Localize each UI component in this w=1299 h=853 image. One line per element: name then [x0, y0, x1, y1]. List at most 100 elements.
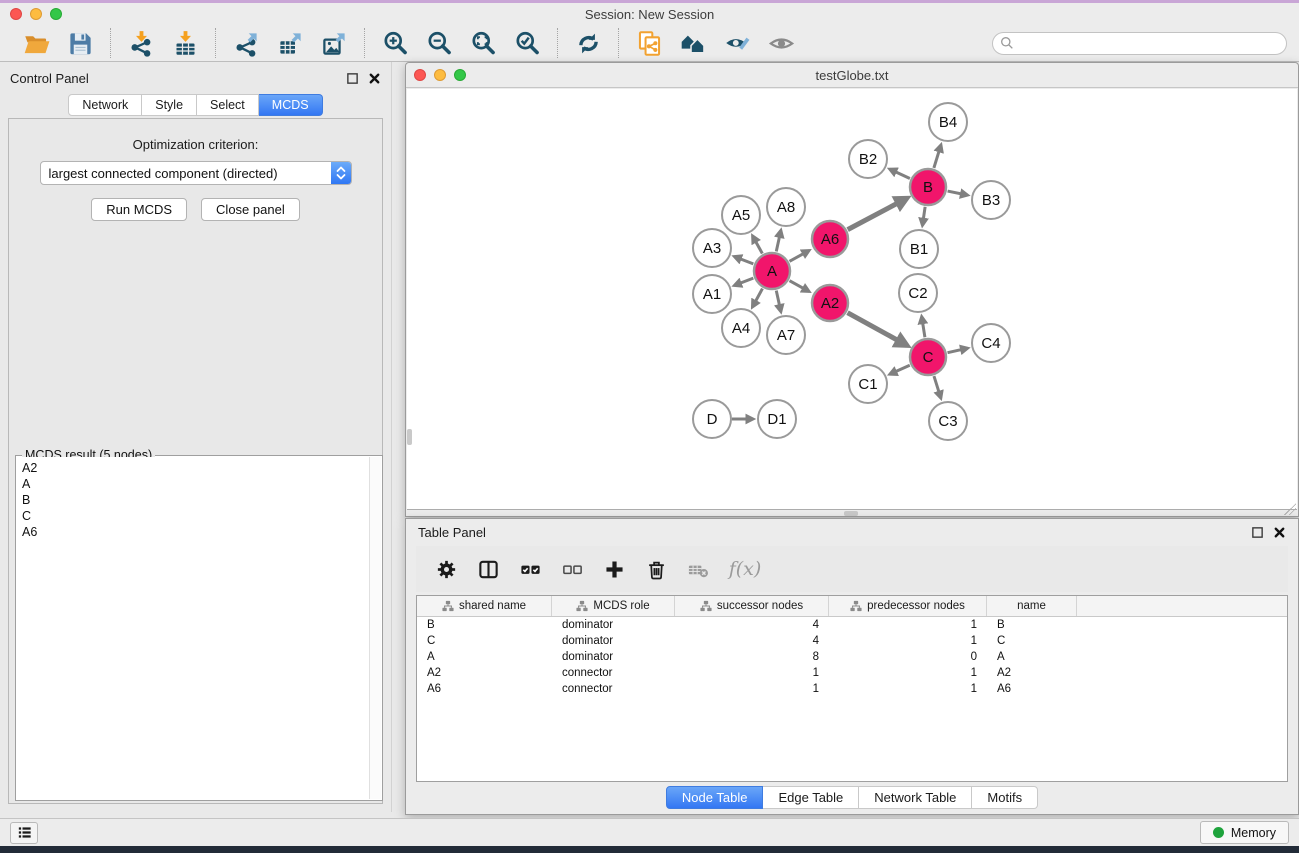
- cell-predecessor-nodes[interactable]: 1: [829, 635, 987, 647]
- export-image-button[interactable]: [312, 27, 356, 59]
- cell-MCDS-role[interactable]: connector: [552, 683, 675, 695]
- cell-predecessor-nodes[interactable]: 0: [829, 651, 987, 663]
- zoom-in-button[interactable]: [373, 27, 417, 59]
- edge-A2-C[interactable]: [848, 313, 907, 346]
- settings-button[interactable]: [428, 551, 464, 587]
- edge-A-A3[interactable]: [734, 257, 753, 264]
- close-panel-icon[interactable]: [368, 72, 381, 85]
- cell-predecessor-nodes[interactable]: 1: [829, 667, 987, 679]
- node-D[interactable]: D: [693, 400, 731, 438]
- cell-name[interactable]: A2: [987, 667, 1077, 679]
- float-table-panel-icon[interactable]: [1251, 526, 1264, 539]
- table-tab-node-table[interactable]: Node Table: [666, 786, 764, 809]
- cell-MCDS-role[interactable]: dominator: [552, 635, 675, 647]
- mcds-result-list[interactable]: A2ABCA6: [17, 457, 369, 799]
- cell-MCDS-role[interactable]: connector: [552, 667, 675, 679]
- edge-B-B3[interactable]: [948, 191, 968, 195]
- network-from-selection-button[interactable]: [627, 27, 671, 59]
- cell-successor-nodes[interactable]: 1: [675, 683, 829, 695]
- node-A6[interactable]: A6: [812, 221, 848, 257]
- table-row[interactable]: Bdominator41B: [417, 617, 1287, 633]
- tab-network[interactable]: Network: [68, 94, 142, 116]
- cell-shared-name[interactable]: A6: [417, 683, 552, 695]
- show-graphics-details-button[interactable]: [759, 27, 803, 59]
- column-header-shared-name[interactable]: shared name: [417, 596, 552, 616]
- search-box[interactable]: [992, 32, 1287, 55]
- import-table-button[interactable]: [163, 27, 207, 59]
- optimization-criterion-dropdown[interactable]: largest connected component (directed): [40, 161, 352, 185]
- cell-name[interactable]: A: [987, 651, 1077, 663]
- table-row[interactable]: A6connector11A6: [417, 681, 1287, 697]
- open-session-button[interactable]: [14, 27, 58, 59]
- cell-predecessor-nodes[interactable]: 1: [829, 683, 987, 695]
- cell-name[interactable]: A6: [987, 683, 1077, 695]
- column-header-name[interactable]: name: [987, 596, 1077, 616]
- function-builder-button[interactable]: f(x): [722, 551, 768, 587]
- result-item[interactable]: A6: [22, 524, 369, 540]
- split-view-button[interactable]: [470, 551, 506, 587]
- delete-column-button[interactable]: [638, 551, 674, 587]
- cell-shared-name[interactable]: A2: [417, 667, 552, 679]
- resize-grip[interactable]: [1284, 503, 1296, 515]
- save-session-button[interactable]: [58, 27, 102, 59]
- edge-A-A5[interactable]: [753, 236, 763, 254]
- deselect-all-button[interactable]: [554, 551, 590, 587]
- cell-successor-nodes[interactable]: 1: [675, 667, 829, 679]
- node-C[interactable]: C: [910, 339, 946, 375]
- edge-A-A1[interactable]: [734, 278, 753, 285]
- tab-mcds[interactable]: MCDS: [259, 94, 323, 116]
- tab-select[interactable]: Select: [197, 94, 259, 116]
- node-A[interactable]: A: [754, 253, 790, 289]
- node-D1[interactable]: D1: [758, 400, 796, 438]
- result-item[interactable]: C: [22, 508, 369, 524]
- node-A4[interactable]: A4: [722, 309, 760, 347]
- horizontal-scroll-thumb[interactable]: [844, 511, 858, 516]
- edge-B-B2[interactable]: [890, 169, 910, 178]
- cell-name[interactable]: C: [987, 635, 1077, 647]
- table-tab-edge-table[interactable]: Edge Table: [763, 786, 859, 809]
- apply-layout-button[interactable]: [671, 27, 715, 59]
- cell-MCDS-role[interactable]: dominator: [552, 651, 675, 663]
- cell-shared-name[interactable]: C: [417, 635, 552, 647]
- zoom-fit-button[interactable]: [461, 27, 505, 59]
- table-tab-network-table[interactable]: Network Table: [859, 786, 972, 809]
- cell-shared-name[interactable]: B: [417, 619, 552, 631]
- edge-A6-B[interactable]: [848, 198, 907, 229]
- task-history-button[interactable]: [10, 822, 38, 844]
- zoom-out-button[interactable]: [417, 27, 461, 59]
- column-header-successor-nodes[interactable]: successor nodes: [675, 596, 829, 616]
- node-C1[interactable]: C1: [849, 365, 887, 403]
- node-B4[interactable]: B4: [929, 103, 967, 141]
- edge-A-A4[interactable]: [752, 289, 762, 307]
- table-tab-motifs[interactable]: Motifs: [972, 786, 1038, 809]
- result-item[interactable]: A: [22, 476, 369, 492]
- table-row[interactable]: Cdominator41C: [417, 633, 1287, 649]
- search-input[interactable]: [1014, 36, 1286, 50]
- edge-A-A7[interactable]: [776, 291, 781, 312]
- float-panel-icon[interactable]: [346, 72, 359, 85]
- node-A2[interactable]: A2: [812, 285, 848, 321]
- edge-B-B1[interactable]: [922, 207, 925, 225]
- node-A1[interactable]: A1: [693, 275, 731, 313]
- close-panel-button[interactable]: Close panel: [201, 198, 300, 221]
- cell-shared-name[interactable]: A: [417, 651, 552, 663]
- node-C4[interactable]: C4: [972, 324, 1010, 362]
- node-B2[interactable]: B2: [849, 140, 887, 178]
- export-table-button[interactable]: [268, 27, 312, 59]
- node-B1[interactable]: B1: [900, 230, 938, 268]
- node-B[interactable]: B: [910, 169, 946, 205]
- import-network-button[interactable]: [119, 27, 163, 59]
- result-item[interactable]: A2: [22, 460, 369, 476]
- table-row[interactable]: Adominator80A: [417, 649, 1287, 665]
- node-A7[interactable]: A7: [767, 316, 805, 354]
- edge-A-A2[interactable]: [790, 281, 809, 292]
- column-header-predecessor-nodes[interactable]: predecessor nodes: [829, 596, 987, 616]
- column-header-MCDS-role[interactable]: MCDS role: [552, 596, 675, 616]
- tab-style[interactable]: Style: [142, 94, 197, 116]
- table-row[interactable]: A2connector11A2: [417, 665, 1287, 681]
- edge-C-C3[interactable]: [934, 376, 941, 398]
- select-all-button[interactable]: [512, 551, 548, 587]
- network-graph[interactable]: B4B2BB3A8A5A6A3B1AA1C2A2A4A7C4CC1C3DD1: [407, 89, 1297, 509]
- edge-B-B4[interactable]: [934, 145, 941, 168]
- destroy-table-button[interactable]: [680, 551, 716, 587]
